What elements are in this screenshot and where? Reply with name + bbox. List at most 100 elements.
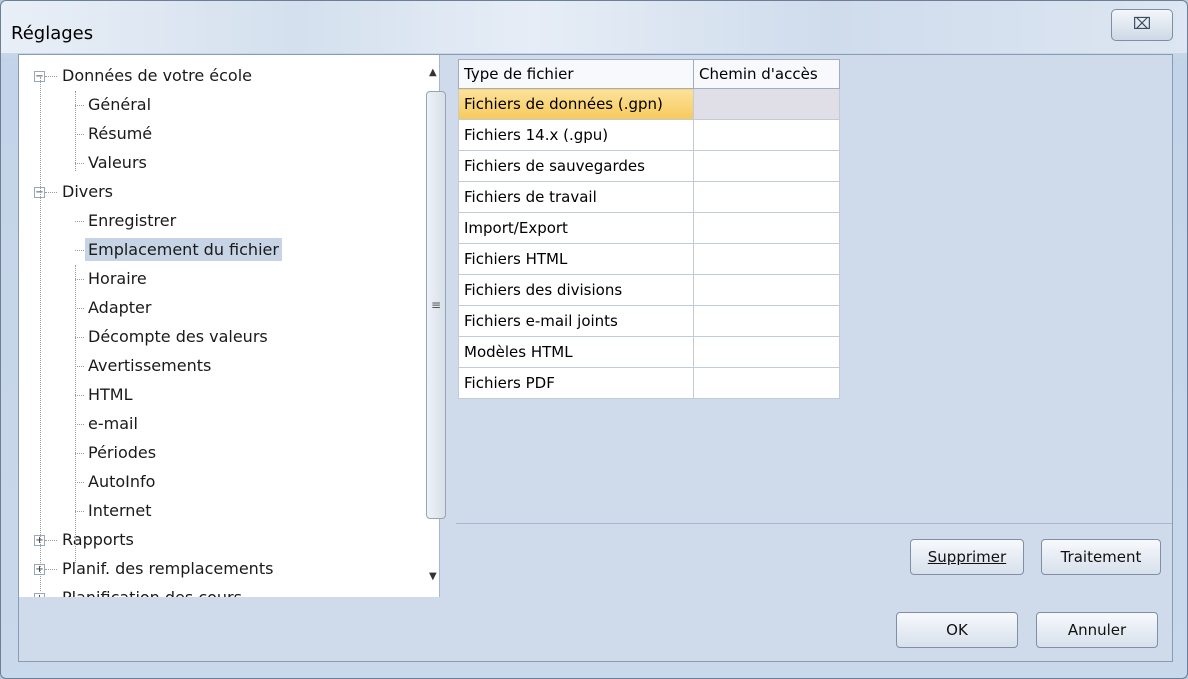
tree-item[interactable]: Résumé (75, 119, 155, 148)
tree-item-label: Enregistrer (88, 211, 177, 230)
path-cell[interactable] (693, 274, 840, 306)
cancel-button[interactable]: Annuler (1036, 612, 1158, 648)
tree-item-label: Internet (88, 501, 152, 520)
tree-item-label: Divers (62, 182, 113, 201)
tree-item-label: Périodes (88, 443, 157, 462)
tree-connector (45, 569, 57, 570)
table-row[interactable]: Fichiers e-mail joints (458, 305, 840, 337)
file-type-cell[interactable]: Import/Export (458, 212, 694, 244)
tree-item[interactable]: + Planif. des remplacements (34, 554, 276, 583)
window-title: Réglages (11, 23, 94, 44)
tree-item-label: Général (88, 95, 152, 114)
header-path[interactable]: Chemin d'accès (693, 59, 840, 89)
file-type-cell[interactable]: Fichiers de travail (458, 181, 694, 213)
tree-connector (45, 76, 57, 77)
tree-connector (75, 482, 84, 483)
table-row[interactable]: Import/Export (458, 212, 840, 244)
file-type-cell[interactable]: Fichiers PDF (458, 367, 694, 399)
tree-connector (75, 337, 84, 338)
tree-connector (75, 250, 84, 251)
title-bar: Réglages ⌧ (1, 1, 1187, 53)
tree-connector (45, 192, 57, 193)
file-locations-grid: Type de fichier Chemin d'accès Fichiers … (456, 55, 1172, 524)
tree-item-label: Résumé (88, 124, 153, 143)
path-cell[interactable] (693, 367, 840, 399)
edit-button[interactable]: Traitement (1041, 539, 1161, 575)
tree-connector (75, 453, 84, 454)
scroll-grip-icon: ≡ (431, 298, 442, 312)
header-file-type[interactable]: Type de fichier (458, 59, 694, 89)
tree-connector (75, 424, 84, 425)
tree-item-label: Avertissements (88, 356, 212, 375)
tree-item[interactable]: Adapter (75, 293, 154, 322)
table-row[interactable]: Fichiers de travail (458, 181, 840, 213)
tree-item[interactable]: AutoInfo (75, 467, 158, 496)
tree-connector (75, 511, 84, 512)
path-cell[interactable] (693, 88, 840, 120)
tree-item[interactable]: Général (75, 90, 154, 119)
file-type-cell[interactable]: Modèles HTML (458, 336, 694, 368)
path-cell[interactable] (693, 336, 840, 368)
tree-item-label: AutoInfo (88, 472, 156, 491)
tree-item-label: Décompte des valeurs (88, 327, 268, 346)
table-row[interactable]: Fichiers de données (.gpn) (458, 88, 840, 120)
tree-item-label: Horaire (88, 269, 147, 288)
tree-item[interactable]: Horaire (75, 264, 150, 293)
tree-connector (75, 105, 84, 106)
tree-item[interactable]: Périodes (75, 438, 159, 467)
tree-item[interactable]: Internet (75, 496, 155, 525)
tree-guide-line (75, 265, 76, 563)
path-cell[interactable] (693, 212, 840, 244)
tree-item[interactable]: Enregistrer (75, 206, 179, 235)
dialog-footer: OK Annuler (18, 597, 1173, 662)
path-cell[interactable] (693, 150, 840, 182)
file-type-cell[interactable]: Fichiers de données (.gpn) (458, 88, 694, 120)
tree-item[interactable]: HTML (75, 380, 136, 409)
table-row[interactable]: Fichiers 14.x (.gpu) (458, 119, 840, 151)
tree-item-label: Valeurs (88, 153, 147, 172)
path-cell[interactable] (693, 119, 840, 151)
file-type-cell[interactable]: Fichiers 14.x (.gpu) (458, 119, 694, 151)
content-panel: − Données de votre école Général Résumé Vale… (18, 54, 1173, 598)
tree-connector (75, 134, 84, 135)
file-type-cell[interactable]: Fichiers e-mail joints (458, 305, 694, 337)
tree-item-label: Rapports (62, 530, 134, 549)
tree-item[interactable]: +Planification des cours (34, 583, 245, 597)
tree-connector (75, 163, 84, 164)
tree-item-label: Planif. des remplacements (62, 559, 274, 578)
file-type-cell[interactable]: Fichiers HTML (458, 243, 694, 275)
tree-item-label: e-mail (88, 414, 138, 433)
ok-button[interactable]: OK (896, 612, 1018, 648)
tree-item[interactable]: + Rapports (34, 525, 137, 554)
path-cell[interactable] (693, 181, 840, 213)
table-row[interactable]: Modèles HTML (458, 336, 840, 368)
path-cell[interactable] (693, 305, 840, 337)
table-row[interactable]: Fichiers de sauvegardes (458, 150, 840, 182)
tree-connector (45, 540, 57, 541)
tree-item[interactable]: Emplacement du fichier (75, 235, 282, 264)
tree-item[interactable]: e-mail (75, 409, 141, 438)
table-row[interactable]: Fichiers PDF (458, 367, 840, 399)
tree-item[interactable]: Décompte des valeurs (75, 322, 271, 351)
tree-connector (75, 366, 84, 367)
tree-connector (75, 308, 84, 309)
close-button[interactable]: ⌧ (1111, 9, 1173, 41)
path-cell[interactable] (693, 243, 840, 275)
delete-button[interactable]: Supprimer (910, 539, 1024, 575)
file-type-cell[interactable]: Fichiers des divisions (458, 274, 694, 306)
scroll-down-icon[interactable]: ▼ (429, 571, 437, 582)
file-type-cell[interactable]: Fichiers de sauvegardes (458, 150, 694, 182)
table-row[interactable]: Fichiers HTML (458, 243, 840, 275)
tree-guide-line (75, 91, 76, 171)
tree-item[interactable]: Valeurs (75, 148, 150, 177)
close-icon: ⌧ (1132, 14, 1152, 33)
tree-item[interactable]: − Divers (34, 177, 116, 206)
tree-item-label: Emplacement du fichier (85, 238, 282, 261)
tree-item[interactable]: − Données de votre école (34, 61, 255, 90)
file-locations-table: Type de fichier Chemin d'accès Fichiers … (458, 59, 840, 399)
scroll-up-icon[interactable]: ▲ (429, 67, 437, 78)
tree-item[interactable]: Avertissements (75, 351, 214, 380)
tree-item-label: Adapter (88, 298, 152, 317)
tree-connector (75, 221, 84, 222)
table-row[interactable]: Fichiers des divisions (458, 274, 840, 306)
